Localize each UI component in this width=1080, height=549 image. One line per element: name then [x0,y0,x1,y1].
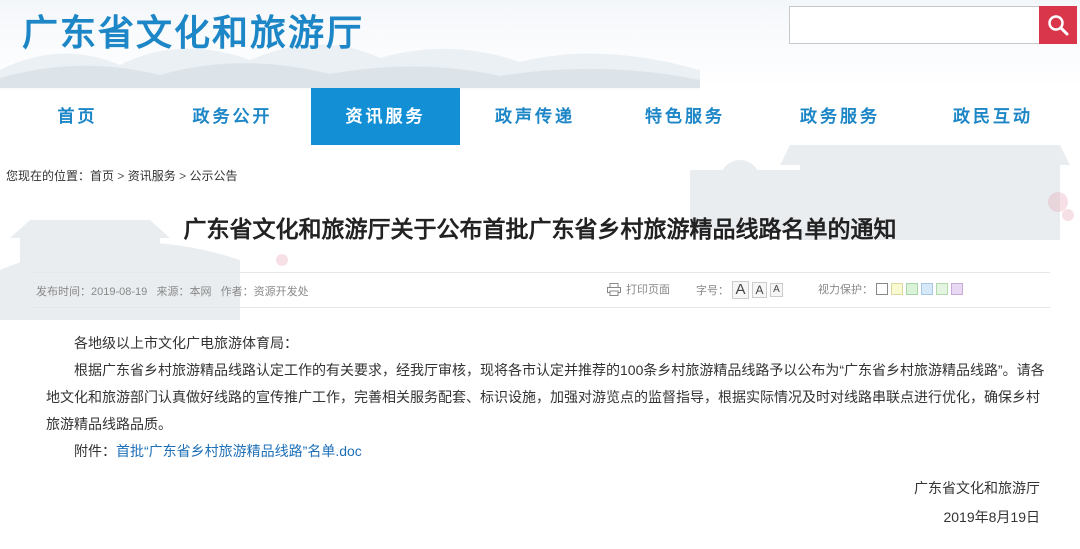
main-nav: 首页 政务公开 资讯服务 政声传递 特色服务 政务服务 政民互动 [0,88,1080,145]
nav-item-policy-voice[interactable]: 政声传递 [460,88,610,145]
signed-date: 2019年8月19日 [943,509,1040,525]
source-value: 本网 [189,286,212,298]
breadcrumb-announcements[interactable]: 公示公告 [189,169,237,183]
printer-icon [607,282,621,296]
vision-swatch-white[interactable] [876,283,888,295]
source-label: 来源： [156,286,190,298]
print-button[interactable]: 打印页面 [607,281,670,297]
body-paragraph: 根据广东省乡村旅游精品线路认定工作的有关要求，经我厅审核，现将各市认定并推荐的1… [46,362,1045,432]
signature: 广东省文化和旅游厅 [914,480,1040,496]
attachment-link[interactable]: 首批“广东省乡村旅游精品线路”名单.doc [116,443,362,459]
font-size-controls: 字号： A A A [696,281,783,299]
vision-swatch-blue[interactable] [921,283,933,295]
print-label: 打印页面 [626,284,670,296]
site-title[interactable]: 广东省文化和旅游厅 [22,4,364,56]
vision-protection-label: 视力保护： [818,284,873,296]
article-meta: 发布时间：2019-08-19 来源：本网 作者：资源开发处 [36,283,309,299]
nav-item-government-affairs[interactable]: 政务公开 [155,88,310,145]
nav-item-public-interaction[interactable]: 政民互动 [918,88,1068,145]
nav-item-information-services[interactable]: 资讯服务 [311,88,460,145]
article-body: 各地级以上市文化广电旅游体育局： 根据广东省乡村旅游精品线路认定工作的有关要求，… [46,330,1046,465]
salutation: 各地级以上市文化广电旅游体育局： [74,335,298,351]
article-title: 广东省文化和旅游厅关于公布首批广东省乡村旅游精品线路名单的通知 [183,216,897,242]
divider-bottom [30,307,1050,308]
publish-date: 2019-08-19 [91,286,148,298]
attachment-label: 附件： [74,443,116,459]
vision-swatch-purple[interactable] [951,283,963,295]
author-value: 资源开发处 [253,286,309,298]
search-icon [1048,15,1069,36]
author-label: 作者： [220,286,254,298]
vision-protection-controls: 视力保护： [818,281,963,297]
nav-item-home[interactable]: 首页 [0,88,155,145]
breadcrumb-separator: > [179,169,187,183]
vision-swatch-mint[interactable] [936,283,948,295]
divider-top [30,272,1050,273]
breadcrumb-information-services[interactable]: 资讯服务 [128,169,176,183]
breadcrumb-separator: > [117,169,125,183]
font-size-medium-button[interactable]: A [752,282,767,298]
site-header: 广东省文化和旅游厅 [0,0,1080,90]
breadcrumb-home[interactable]: 首页 [90,169,114,183]
search-input[interactable] [789,6,1039,44]
vision-swatch-green[interactable] [906,283,918,295]
vision-swatch-yellow[interactable] [891,283,903,295]
date-label: 发布时间： [36,286,91,298]
search-button[interactable] [1039,6,1077,44]
nav-item-government-services[interactable]: 政务服务 [765,88,915,145]
font-size-small-button[interactable]: A [770,283,783,297]
breadcrumb-prefix: 您现在的位置： [6,169,91,183]
font-size-large-button[interactable]: A [732,281,749,299]
breadcrumb: 您现在的位置：首页 > 资讯服务 > 公示公告 [6,167,237,184]
attachment-line: 附件：首批“广东省乡村旅游精品线路”名单.doc [46,438,1046,465]
nav-item-featured-services[interactable]: 特色服务 [610,88,760,145]
font-size-label: 字号： [696,285,729,297]
